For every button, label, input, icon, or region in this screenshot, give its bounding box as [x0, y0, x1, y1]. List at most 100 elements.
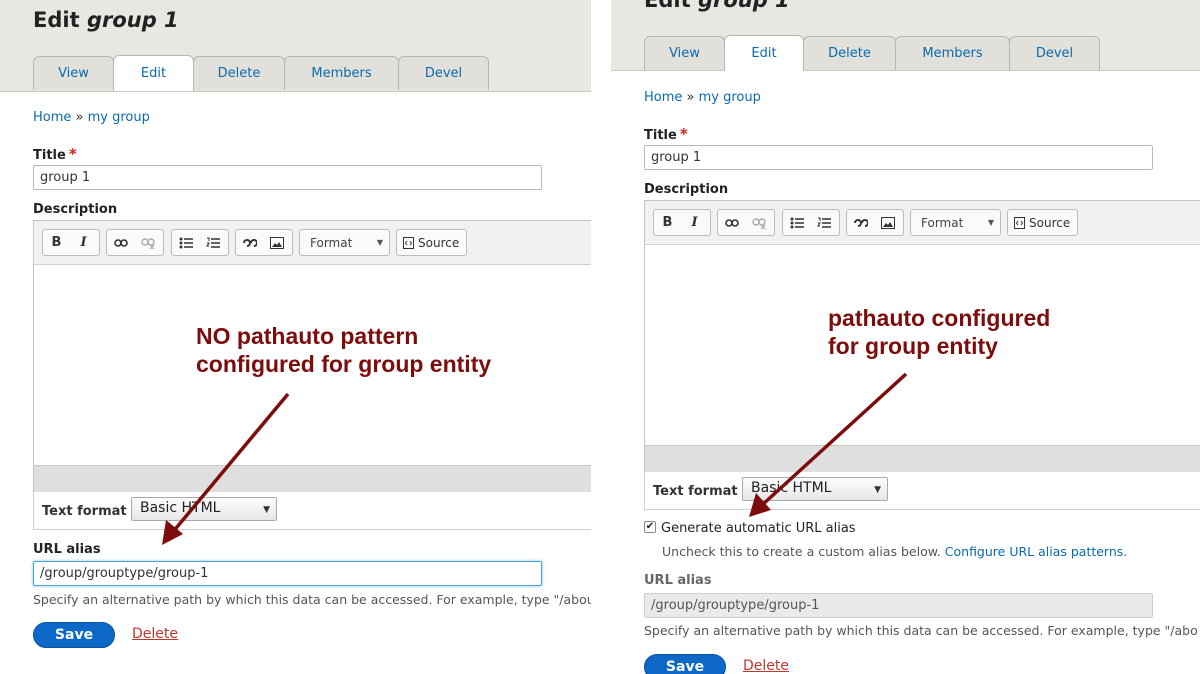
tab-delete[interactable]: Delete	[193, 56, 285, 90]
toolbar-group-lists	[782, 209, 840, 236]
source-icon	[403, 236, 414, 249]
generate-alias-checkbox[interactable]: ✔	[644, 521, 656, 533]
save-button[interactable]: Save	[33, 622, 115, 648]
numbered-list-icon[interactable]	[810, 210, 837, 235]
bold-button[interactable]: B	[654, 210, 681, 235]
text-format-label: Text format	[653, 484, 738, 499]
left-screenshot-pane: Edit group 1 View Edit Delete Members De…	[0, 0, 591, 674]
blockquote-icon[interactable]	[847, 210, 874, 235]
bulleted-list-icon[interactable]	[783, 210, 810, 235]
tab-view[interactable]: View	[33, 56, 114, 90]
bold-button[interactable]: B	[43, 230, 70, 255]
format-label: Format	[921, 215, 964, 230]
breadcrumb-current-link[interactable]: my group	[699, 90, 761, 105]
text-format-select[interactable]: Basic HTML ▼	[742, 477, 888, 501]
editor-toolbar: B I Format ▼ Source	[645, 201, 1200, 245]
tab-edit[interactable]: Edit	[113, 55, 194, 91]
tab-bar: View Edit Delete Members Devel	[33, 55, 489, 91]
caret-down-icon: ▼	[263, 505, 270, 515]
title-entity: group 1	[697, 0, 790, 12]
breadcrumb-current-link[interactable]: my group	[88, 110, 150, 125]
unlink-icon[interactable]	[134, 230, 161, 255]
tab-devel[interactable]: Devel	[1009, 36, 1100, 70]
source-label: Source	[418, 235, 460, 250]
breadcrumb: Home » my group	[33, 110, 150, 125]
text-format-row: Text format Basic HTML ▼	[33, 492, 591, 530]
unlink-icon[interactable]	[745, 210, 772, 235]
generate-alias-label: Generate automatic URL alias	[661, 521, 856, 536]
editor-status-bar	[645, 445, 1200, 472]
url-alias-input	[644, 593, 1153, 618]
italic-button[interactable]: I	[681, 210, 708, 235]
page-title: Edit group 1	[644, 0, 790, 12]
description-label: Description	[644, 182, 729, 197]
right-screenshot-pane: Edit group 1 View Edit Delete Members De…	[611, 0, 1200, 674]
source-icon	[1014, 216, 1025, 229]
tab-members[interactable]: Members	[284, 56, 399, 90]
blockquote-icon[interactable]	[236, 230, 263, 255]
generate-alias-help-text: Uncheck this to create a custom alias be…	[662, 544, 945, 559]
toolbar-group-media	[235, 229, 293, 256]
tab-view[interactable]: View	[644, 36, 725, 70]
tab-delete[interactable]: Delete	[803, 36, 896, 70]
text-format-select[interactable]: Basic HTML ▼	[131, 497, 277, 521]
title-field-label: Title *	[33, 145, 77, 163]
link-icon[interactable]	[107, 230, 134, 255]
title-label-text: Title	[33, 148, 66, 163]
required-mark: *	[68, 145, 77, 163]
toolbar-group-basic: B I	[42, 229, 100, 256]
delete-link[interactable]: Delete	[743, 658, 789, 674]
caret-down-icon: ▼	[376, 238, 383, 247]
toolbar-group-basic: B I	[653, 209, 711, 236]
annotation-text: NO pathauto pattern configured for group…	[196, 322, 491, 378]
breadcrumb-separator: »	[71, 110, 88, 125]
format-label: Format	[310, 235, 353, 250]
save-button[interactable]: Save	[644, 654, 726, 674]
text-format-value: Basic HTML	[751, 480, 832, 496]
tab-devel[interactable]: Devel	[398, 56, 489, 90]
url-alias-help: Specify an alternative path by which thi…	[644, 623, 1198, 638]
image-icon[interactable]	[263, 230, 290, 255]
description-label: Description	[33, 202, 118, 217]
source-button[interactable]: Source	[1007, 209, 1078, 236]
format-dropdown[interactable]: Format ▼	[299, 229, 390, 256]
title-input[interactable]	[33, 165, 542, 190]
format-dropdown[interactable]: Format ▼	[910, 209, 1001, 236]
annotation-line-1: pathauto configured	[828, 305, 1051, 331]
numbered-list-icon[interactable]	[199, 230, 226, 255]
text-format-value: Basic HTML	[140, 500, 221, 516]
annotation-line-2: for group entity	[828, 333, 998, 359]
title-prefix: Edit	[644, 0, 698, 12]
title-label-text: Title	[644, 128, 677, 143]
delete-link[interactable]: Delete	[132, 626, 178, 642]
text-format-row: Text format Basic HTML ▼	[644, 472, 1200, 510]
toolbar-group-lists	[171, 229, 229, 256]
breadcrumb-home-link[interactable]: Home	[33, 110, 71, 125]
tab-edit[interactable]: Edit	[724, 35, 804, 71]
title-entity: group 1	[86, 8, 179, 32]
annotation-line-1: NO pathauto pattern	[196, 323, 419, 349]
breadcrumb-home-link[interactable]: Home	[644, 90, 682, 105]
toolbar-group-media	[846, 209, 904, 236]
link-icon[interactable]	[718, 210, 745, 235]
page-header: Edit group 1 View Edit Delete Members De…	[0, 0, 591, 92]
caret-down-icon: ▼	[874, 485, 881, 495]
caret-down-icon: ▼	[987, 218, 994, 227]
annotation-line-2: configured for group entity	[196, 351, 492, 377]
title-field-label: Title *	[644, 125, 688, 143]
tab-members[interactable]: Members	[895, 36, 1010, 70]
italic-button[interactable]: I	[70, 230, 97, 255]
source-button[interactable]: Source	[396, 229, 467, 256]
toolbar-group-links	[106, 229, 164, 256]
title-prefix: Edit	[33, 8, 87, 32]
url-alias-input[interactable]	[33, 561, 542, 586]
image-icon[interactable]	[874, 210, 901, 235]
source-label: Source	[1029, 215, 1071, 230]
generate-alias-help: Uncheck this to create a custom alias be…	[662, 544, 1127, 559]
configure-url-alias-patterns-link[interactable]: Configure URL alias patterns.	[945, 544, 1128, 559]
title-input[interactable]	[644, 145, 1153, 170]
required-mark: *	[679, 125, 688, 143]
toolbar-group-links	[717, 209, 775, 236]
tab-bar: View Edit Delete Members Devel	[644, 35, 1100, 71]
bulleted-list-icon[interactable]	[172, 230, 199, 255]
